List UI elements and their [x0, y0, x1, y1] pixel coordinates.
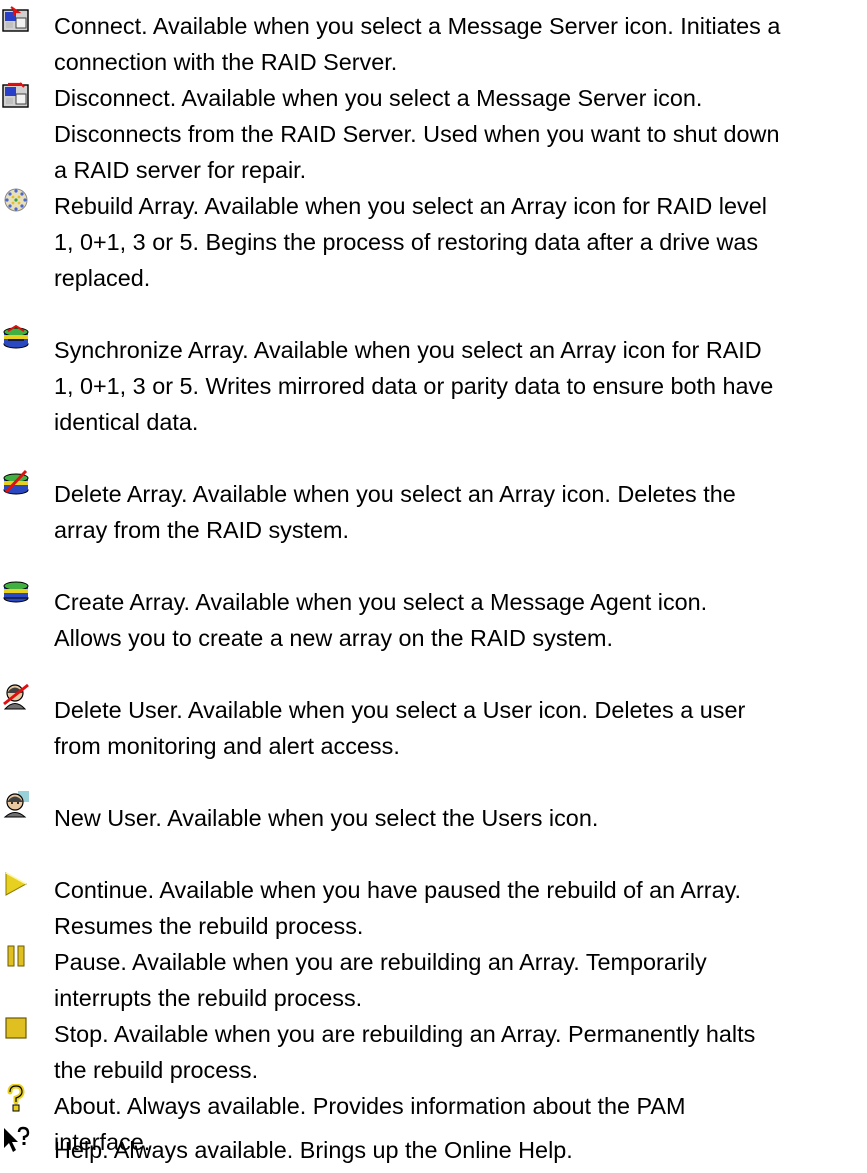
stop-icon [2, 1014, 30, 1042]
entry-description: Rebuild Array. Available when you select… [54, 193, 767, 291]
help-icon [2, 1126, 30, 1154]
new-user-icon [2, 790, 30, 818]
rebuild-array-icon [2, 186, 30, 214]
entry-description: Pause. Available when you are rebuilding… [54, 949, 707, 1011]
entry-description: New User. Available when you select the … [54, 805, 599, 831]
entry-description: Help. Always available. Brings up the On… [54, 1137, 573, 1163]
connect-icon [2, 6, 30, 34]
disconnect-icon [2, 82, 30, 110]
entry-description: Disconnect. Available when you select a … [54, 85, 780, 183]
entry-description: Connect. Available when you select a Mes… [54, 13, 781, 75]
entry-description: Continue. Available when you have paused… [54, 877, 742, 939]
entry-description: Stop. Available when you are rebuilding … [54, 1021, 756, 1083]
entry-description: Synchronize Array. Available when you se… [54, 337, 774, 435]
delete-array-icon [2, 468, 30, 496]
create-array-icon [2, 576, 30, 604]
delete-user-icon [2, 682, 30, 710]
pause-icon [2, 942, 30, 970]
entry-description: Delete Array. Available when you select … [54, 481, 736, 543]
entry-description: Delete User. Available when you select a… [54, 697, 746, 759]
synchronize-array-icon [2, 322, 30, 350]
about-icon [2, 1084, 30, 1112]
continue-icon [2, 870, 30, 898]
entry-description: Create Array. Available when you select … [54, 589, 708, 651]
